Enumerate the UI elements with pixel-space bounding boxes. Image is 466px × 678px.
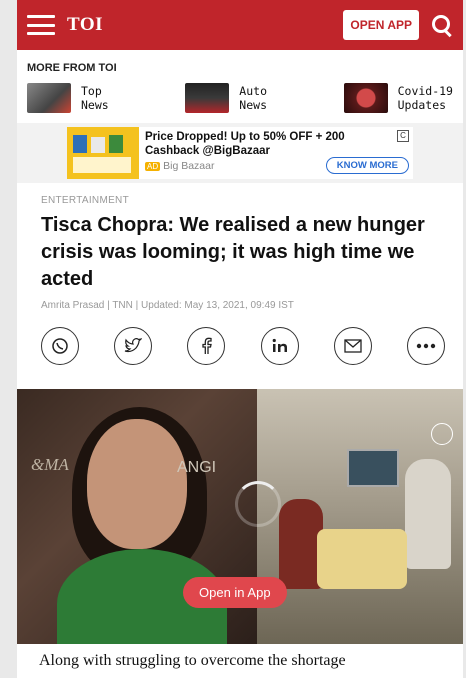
hamburger-menu-icon[interactable] bbox=[27, 15, 55, 35]
more-item-top-news[interactable]: Top News bbox=[27, 83, 109, 113]
article-section[interactable]: ENTERTAINMENT bbox=[41, 195, 453, 206]
twitter-icon[interactable] bbox=[114, 327, 153, 365]
top-news-thumbnail bbox=[27, 83, 71, 113]
page-frame: TOI OPEN APP MORE FROM TOI Top News Auto… bbox=[17, 0, 463, 678]
patient-man bbox=[405, 459, 451, 569]
video-watermark-right: ANGI bbox=[177, 459, 217, 476]
video-player[interactable]: &MA ANGI Open in App bbox=[17, 389, 463, 644]
ad-product-image bbox=[67, 127, 139, 179]
ad-banner[interactable]: Price Dropped! Up to 50% OFF + 200 Cashb… bbox=[67, 127, 413, 179]
facebook-icon[interactable] bbox=[187, 327, 226, 365]
article-header: ENTERTAINMENT Tisca Chopra: We realised … bbox=[17, 183, 463, 365]
video-watermark-left: &MA bbox=[31, 455, 69, 474]
more-item-auto-news[interactable]: Auto News bbox=[185, 83, 267, 113]
channel-badge-icon bbox=[431, 423, 453, 445]
toi-logo[interactable]: TOI bbox=[67, 14, 103, 36]
ad-badge: AD bbox=[145, 161, 161, 171]
linkedin-icon[interactable] bbox=[260, 327, 299, 365]
article-byline: Amrita Prasad | TNN | Updated: May 13, 2… bbox=[41, 300, 294, 311]
more-from-title: MORE FROM TOI bbox=[27, 62, 117, 74]
covid-updates-thumbnail bbox=[343, 83, 388, 113]
ad-headline: Price Dropped! Up to 50% OFF + 200 Cashb… bbox=[145, 131, 345, 157]
more-item-label: Auto News bbox=[239, 84, 267, 112]
share-bar bbox=[41, 327, 445, 365]
ad-close-icon[interactable]: C bbox=[397, 130, 409, 142]
open-app-button[interactable]: OPEN APP bbox=[343, 10, 419, 40]
top-bar: TOI OPEN APP bbox=[17, 0, 463, 50]
more-item-label: Covid-19 Updates bbox=[397, 84, 453, 112]
presenter-face bbox=[87, 419, 187, 549]
more-item-label: Top News bbox=[81, 84, 109, 112]
ad-advertiser: Big Bazaar bbox=[163, 160, 215, 172]
auto-news-thumbnail bbox=[185, 83, 230, 113]
article-headline: Tisca Chopra: We realised a new hunger c… bbox=[41, 214, 425, 290]
email-icon[interactable] bbox=[333, 327, 372, 365]
open-in-app-button[interactable]: Open in App bbox=[183, 577, 287, 608]
more-icon[interactable] bbox=[406, 327, 445, 365]
hospital-monitor bbox=[347, 449, 399, 487]
more-item-covid-updates[interactable]: Covid-19 Updates bbox=[343, 83, 453, 113]
search-icon[interactable] bbox=[431, 14, 453, 38]
ad-bar: Price Dropped! Up to 50% OFF + 200 Cashb… bbox=[17, 123, 463, 183]
ad-know-more-button[interactable]: KNOW MORE bbox=[325, 157, 409, 174]
loading-spinner-icon bbox=[235, 481, 281, 527]
more-from-section: MORE FROM TOI Top News Auto News Covid-1… bbox=[17, 50, 463, 123]
hospital-bed bbox=[317, 529, 407, 589]
whatsapp-icon[interactable] bbox=[41, 327, 79, 365]
article-body-start: Along with struggling to overcome the sh… bbox=[39, 652, 346, 669]
